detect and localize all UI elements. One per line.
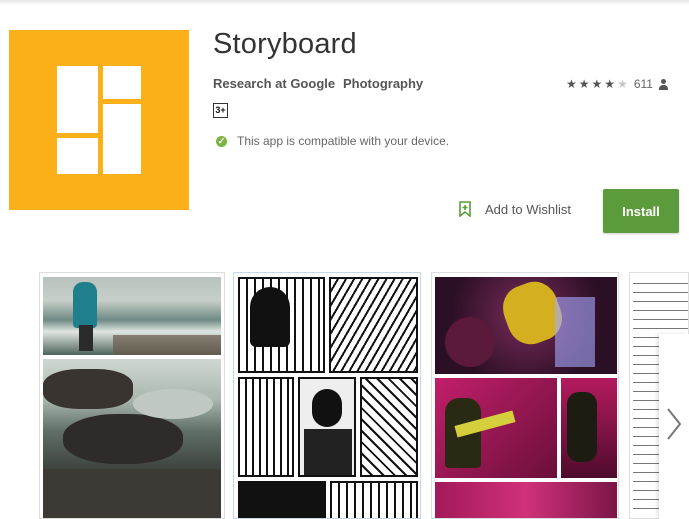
screenshot-panel <box>43 359 221 518</box>
icon-pane-tall-right <box>103 104 141 174</box>
top-divider <box>0 0 689 5</box>
bookmark-add-icon <box>459 201 471 218</box>
star-icon: ★ <box>591 77 603 91</box>
screenshot-panel <box>329 277 418 373</box>
icon-pane-small-left <box>57 138 98 174</box>
add-to-wishlist-button[interactable]: Add to Wishlist <box>459 201 571 218</box>
screenshot-panel <box>330 481 418 518</box>
icon-pane-small-right <box>103 66 141 99</box>
screenshot-panel <box>561 378 617 478</box>
category-link[interactable]: Photography <box>343 76 423 91</box>
screenshot-panel <box>435 482 617 518</box>
screenshot-panel <box>238 277 325 373</box>
carousel-next-button[interactable] <box>659 334 689 519</box>
screenshot-panel <box>435 378 557 478</box>
install-button[interactable]: Install <box>603 189 679 233</box>
screenshot-carousel <box>0 272 689 519</box>
star-icon: ★ <box>566 77 577 91</box>
star-icon: ★ <box>578 77 590 91</box>
rating-summary: ★ ★ ★ ★ ★ 611 <box>566 77 668 91</box>
check-circle-icon: ✓ <box>216 135 227 147</box>
person-icon <box>658 78 668 90</box>
rating-count: 611 <box>633 77 653 91</box>
screenshot-panel <box>435 277 617 374</box>
chevron-right-icon <box>666 407 682 446</box>
screenshot-panel <box>238 481 326 518</box>
screenshot-panel <box>360 377 418 477</box>
screenshot-2[interactable] <box>233 272 421 519</box>
star-empty-icon: ★ <box>617 77 628 91</box>
screenshot-panel <box>43 277 221 355</box>
app-icon <box>9 30 189 210</box>
content-rating-badge: 3+ <box>213 103 228 118</box>
screenshot-panel <box>238 377 294 477</box>
screenshot-panel <box>298 377 356 477</box>
wishlist-label: Add to Wishlist <box>485 201 571 217</box>
star-icon: ★ <box>604 77 616 91</box>
compatibility-notice: ✓ This app is compatible with your devic… <box>216 134 449 148</box>
screenshot-1[interactable] <box>39 272 225 519</box>
icon-pane-tall-left <box>57 66 98 133</box>
developer-link[interactable]: Research at Google <box>213 76 335 91</box>
compatibility-text: This app is compatible with your device. <box>237 134 450 148</box>
screenshot-3[interactable] <box>431 272 619 519</box>
app-title: Storyboard <box>213 28 357 60</box>
